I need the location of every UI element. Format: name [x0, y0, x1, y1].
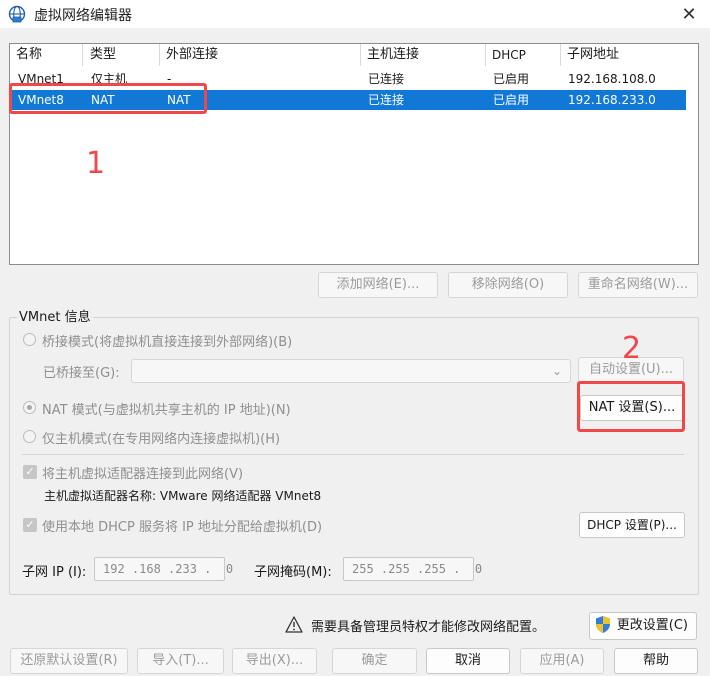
- dhcp-settings-button[interactable]: DHCP 设置(P)...: [579, 512, 685, 538]
- vmnet-info-title: VMnet 信息: [17, 306, 93, 325]
- network-list-header: 名称 类型 外部连接 主机连接 DHCP 子网地址: [10, 44, 698, 66]
- import-button[interactable]: 导入(T)...: [137, 648, 224, 674]
- cell-host: 已连接: [368, 93, 405, 107]
- dhcp-label: 使用本地 DHCP 服务将 IP 地址分配给虚拟机(D): [42, 520, 323, 535]
- vmware-network-icon: [8, 5, 26, 23]
- restore-defaults-button[interactable]: 还原默认设置(R): [10, 648, 128, 674]
- cell-dhcp: 已启用: [493, 72, 530, 86]
- adapter-name-text: 主机虚拟适配器名称: VMware 网络适配器 VMnet8: [44, 489, 322, 503]
- uac-shield-icon: [596, 616, 610, 633]
- column-header-host[interactable]: 主机连接: [361, 44, 486, 66]
- connect-adapter-label: 将主机虚拟适配器连接到此网络(V): [42, 467, 244, 482]
- connect-adapter-checkbox[interactable]: ✓: [23, 465, 37, 479]
- cancel-button[interactable]: 取消: [426, 648, 510, 674]
- change-settings-label: 更改设置(C): [616, 618, 688, 633]
- annotation-number-2: 2: [622, 331, 642, 366]
- subnet-mask-field[interactable]: 255 .255 .255 . 0: [343, 557, 482, 581]
- cell-subnet: 192.168.108.0: [568, 72, 656, 86]
- chevron-down-icon: ⌄: [551, 364, 562, 378]
- bridged-to-select[interactable]: ⌄: [131, 359, 571, 383]
- rename-network-button[interactable]: 重命名网络(W)...: [578, 272, 698, 298]
- nat-mode-label: NAT 模式(与虚拟机共享主机的 IP 地址)(N): [42, 403, 291, 418]
- dhcp-checkbox[interactable]: ✓: [23, 518, 37, 532]
- ok-button[interactable]: 确定: [332, 648, 417, 674]
- export-button[interactable]: 导出(X)...: [232, 648, 317, 674]
- window-title: 虚拟网络编辑器: [34, 8, 132, 24]
- close-icon[interactable]: ✕: [674, 0, 704, 28]
- network-list[interactable]: 名称 类型 外部连接 主机连接 DHCP 子网地址 VMnet1 仅主机 - 已…: [9, 43, 699, 265]
- subnet-ip-field[interactable]: 192 .168 .233 . 0: [94, 557, 233, 581]
- annotation-highlight-nat-settings: [577, 381, 685, 432]
- annotation-number-1: 1: [86, 146, 106, 181]
- apply-button[interactable]: 应用(A): [520, 648, 604, 674]
- nat-mode-radio[interactable]: [23, 401, 36, 414]
- help-button[interactable]: 帮助: [614, 648, 698, 674]
- section-divider: [22, 454, 684, 455]
- column-header-subnet[interactable]: 子网地址: [561, 44, 698, 66]
- column-header-type[interactable]: 类型: [84, 44, 160, 66]
- subnet-mask-label: 子网掩码(M):: [254, 565, 332, 580]
- annotation-highlight-vmnet8: [9, 83, 207, 114]
- admin-notice-text: 需要具备管理员特权才能修改网络配置。: [311, 620, 546, 635]
- column-header-name[interactable]: 名称: [10, 44, 83, 66]
- cell-dhcp: 已启用: [493, 93, 530, 107]
- subnet-ip-label: 子网 IP (I):: [22, 565, 87, 580]
- bridged-mode-radio[interactable]: [23, 333, 36, 346]
- add-network-button[interactable]: 添加网络(E)...: [318, 272, 438, 298]
- bridged-mode-label: 桥接模式(将虚拟机直接连接到外部网络)(B): [42, 335, 293, 350]
- column-header-external[interactable]: 外部连接: [160, 44, 361, 66]
- host-only-mode-radio[interactable]: [23, 430, 36, 443]
- title-bar: 虚拟网络编辑器 ✕: [0, 0, 710, 28]
- remove-network-button[interactable]: 移除网络(O): [448, 272, 568, 298]
- column-header-dhcp[interactable]: DHCP: [486, 44, 561, 66]
- cell-subnet: 192.168.233.0: [568, 93, 656, 107]
- host-only-mode-label: 仅主机模式(在专用网络内连接虚拟机)(H): [42, 432, 281, 447]
- bridged-to-label: 已桥接至(G):: [43, 366, 120, 381]
- warning-icon: [285, 616, 303, 633]
- cell-host: 已连接: [368, 72, 405, 86]
